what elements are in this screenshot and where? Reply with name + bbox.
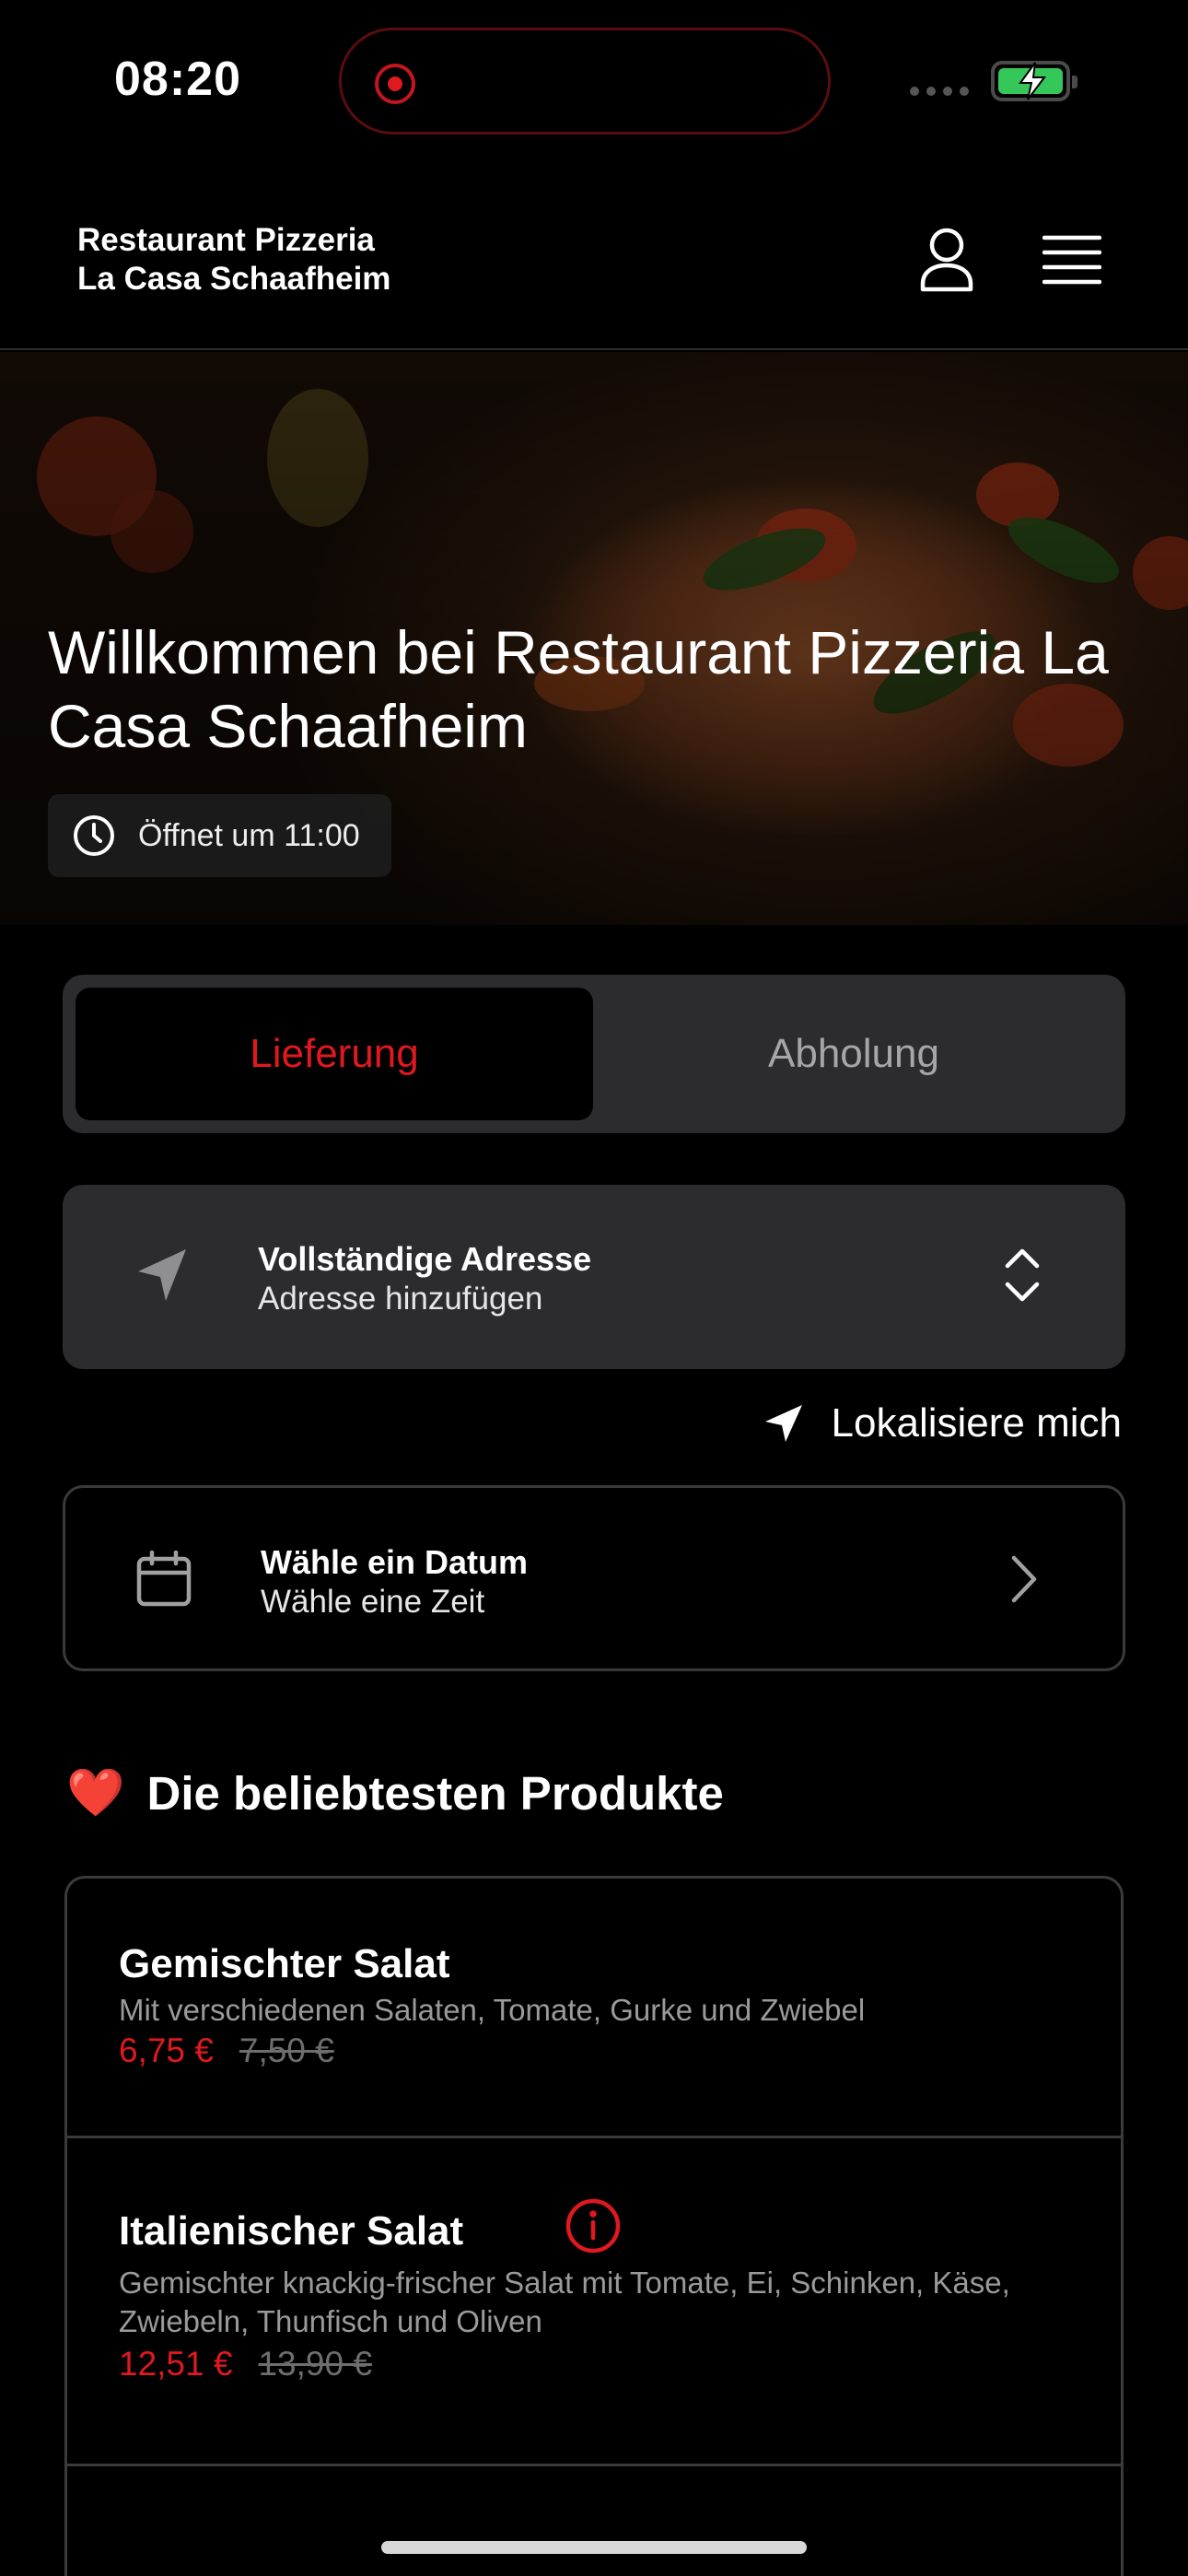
- hamburger-menu-icon[interactable]: [1042, 232, 1102, 287]
- popular-products-heading: ❤️ Die beliebtesten Produkte: [66, 1765, 724, 1821]
- home-indicator[interactable]: [381, 2541, 807, 2554]
- order-mode-toggle: Lieferung Abholung: [63, 975, 1125, 1133]
- product-list: Gemischter Salat Mit verschiedenen Salat…: [64, 1876, 1124, 2576]
- recording-indicator-icon: [375, 64, 415, 104]
- product-item[interactable]: Italienischer Salat Gemischter knackig-f…: [67, 2138, 1121, 2466]
- product-description: Mit verschiedenen Salaten, Tomate, Gurke…: [119, 1993, 866, 2027]
- location-arrow-icon: [764, 1405, 802, 1442]
- calendar-icon: [136, 1551, 192, 1607]
- chevron-right-icon: [1011, 1555, 1037, 1603]
- chevron-up-down-icon: [1005, 1248, 1040, 1302]
- restaurant-brand[interactable]: Restaurant Pizzeria La Casa Schaafheim: [77, 221, 390, 299]
- locate-me-button[interactable]: Lokalisiere mich: [763, 1400, 1122, 1446]
- product-current-price: 6,75 €: [119, 2032, 214, 2069]
- address-title: Vollständige Adresse: [258, 1240, 592, 1278]
- date-title: Wähle ein Datum: [261, 1543, 529, 1581]
- status-bar: 08:20: [0, 0, 1188, 166]
- product-old-price: 7,50 €: [239, 2032, 334, 2069]
- opening-hours-text: Öffnet um 11:00: [138, 817, 360, 853]
- address-subtitle: Adresse hinzufügen: [258, 1281, 543, 1317]
- product-price: 12,51 € 13,90 €: [119, 2345, 372, 2383]
- product-old-price: 13,90 €: [258, 2345, 372, 2383]
- datetime-selector[interactable]: Wähle ein Datum Wähle eine Zeit: [63, 1485, 1125, 1671]
- info-icon[interactable]: [565, 2197, 622, 2254]
- product-name: Gemischter Salat: [119, 1941, 450, 1986]
- status-time: 08:20: [114, 53, 241, 106]
- product-current-price: 12,51 €: [119, 2345, 233, 2383]
- navigation-arrow-icon: [138, 1249, 186, 1301]
- app-screen: 08:20 Restaurant Pizzeria La Casa Schaaf…: [0, 0, 1188, 2576]
- locate-me-label: Lokalisiere mich: [831, 1400, 1122, 1446]
- time-subtitle: Wähle eine Zeit: [261, 1584, 485, 1620]
- battery-charging-icon: [991, 61, 1077, 101]
- signal-icon: [910, 87, 969, 96]
- clock-icon: [74, 815, 114, 856]
- product-description: Gemischter knackig-frischer Salat mit To…: [119, 2266, 1010, 2338]
- hero-banner: Willkommen bei Restaurant Pizzeria La Ca…: [0, 352, 1188, 925]
- popular-products-title: Die beliebtesten Produkte: [146, 1766, 724, 1820]
- user-icon[interactable]: [917, 227, 976, 293]
- dynamic-island: [339, 28, 831, 135]
- tab-delivery[interactable]: Lieferung: [76, 988, 593, 1120]
- product-name: Italienischer Salat: [119, 2208, 464, 2254]
- address-selector[interactable]: Vollständige Adresse Adresse hinzufügen: [63, 1185, 1125, 1369]
- brand-line-2: La Casa Schaafheim: [77, 261, 391, 297]
- hero-title: Willkommen bei Restaurant Pizzeria La Ca…: [48, 618, 1109, 760]
- tab-pickup[interactable]: Abholung: [595, 988, 1112, 1120]
- app-header: Restaurant Pizzeria La Casa Schaafheim: [0, 166, 1188, 350]
- opening-hours-badge: Öffnet um 11:00: [48, 794, 391, 877]
- product-item[interactable]: Gemischter Salat Mit verschiedenen Salat…: [67, 1879, 1121, 2138]
- brand-line-1: Restaurant Pizzeria: [77, 222, 375, 258]
- heart-icon: ❤️: [66, 1766, 125, 1819]
- product-price: 6,75 € 7,50 €: [119, 2032, 334, 2070]
